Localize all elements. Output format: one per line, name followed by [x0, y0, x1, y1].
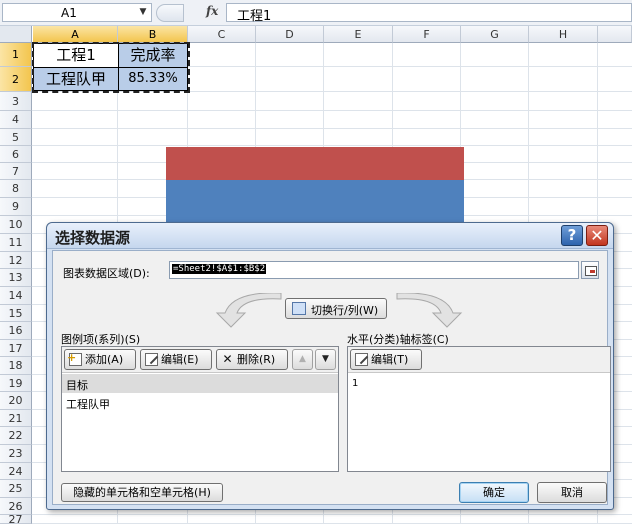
series-item[interactable]: 目标 [62, 374, 338, 393]
gridline-horizontal [32, 91, 632, 92]
cell-a1[interactable]: 工程1 [33, 43, 119, 68]
row-header-22[interactable]: 22 [0, 427, 32, 445]
hidden-empty-cells-button[interactable]: 隐藏的单元格和空单元格(H) [61, 483, 223, 502]
column-header-b[interactable]: B [118, 26, 188, 43]
column-header-g[interactable]: G [461, 26, 529, 43]
cell-b2[interactable]: 85.33% [118, 67, 188, 91]
row-header-6[interactable]: 6 [0, 146, 32, 163]
column-header-filler [598, 26, 632, 43]
edit-icon [355, 353, 368, 366]
close-button[interactable]: ✕ [586, 225, 608, 246]
insert-function-icon[interactable]: fx [206, 4, 218, 18]
delete-label: 删除(R) [237, 353, 276, 366]
gridline-horizontal [32, 110, 632, 111]
cell-a2[interactable]: 工程队甲 [33, 67, 119, 91]
row-header-12[interactable]: 12 [0, 252, 32, 269]
row-header-27[interactable]: 27 [0, 514, 32, 524]
row-header-21[interactable]: 21 [0, 410, 32, 427]
formula-bar: A1 ▼ fx 工程1 [0, 0, 632, 26]
legend-entries-panel: 添加(A) 编辑(E) ✕ 删除(R) ▲ ▼ 目标工程队甲 [61, 346, 339, 472]
cell-b1[interactable]: 完成率 [118, 43, 188, 68]
select-data-source-dialog: 选择数据源 ? ✕ 图表数据区域(D): =Sheet2!$A$1:$B$2 切… [46, 222, 614, 510]
legend-entries-label: 图例项(系列)(S) [61, 333, 141, 346]
formula-input[interactable]: 工程1 [226, 3, 632, 24]
row-header-24[interactable]: 24 [0, 463, 32, 480]
chart-range-value: =Sheet2!$A$1:$B$2 [172, 264, 267, 274]
column-header-e[interactable]: E [324, 26, 393, 43]
curved-arrow-left-icon [215, 293, 282, 328]
row-header-11[interactable]: 11 [0, 234, 32, 252]
select-all-corner[interactable] [0, 26, 32, 43]
switch-icon [292, 302, 306, 315]
axis-toolbar: 编辑(T) [348, 347, 610, 373]
chart-bar-top[interactable] [166, 147, 464, 180]
formula-bar-divider[interactable] [156, 4, 184, 22]
delete-series-button[interactable]: ✕ 删除(R) [216, 349, 288, 370]
column-header-d[interactable]: D [256, 26, 324, 43]
move-up-button[interactable]: ▲ [292, 349, 313, 370]
help-button[interactable]: ? [561, 225, 583, 246]
switch-row-column-label: 切换行/列(W) [311, 304, 379, 317]
edit-series-button[interactable]: 编辑(E) [140, 349, 212, 370]
row-header-10[interactable]: 10 [0, 216, 32, 234]
dialog-title: 选择数据源 [55, 229, 131, 247]
axis-labels-label: 水平(分类)轴标签(C) [347, 333, 449, 346]
column-header-a[interactable]: A [33, 26, 118, 43]
row-header-7[interactable]: 7 [0, 163, 32, 180]
row-header-2[interactable]: 2 [0, 67, 32, 92]
row-header-17[interactable]: 17 [0, 340, 32, 357]
name-box[interactable]: A1 [2, 3, 152, 22]
range-picker-icon[interactable] [581, 261, 599, 279]
column-header-f[interactable]: F [393, 26, 461, 43]
add-label: 添加(A) [85, 353, 124, 366]
column-header-h[interactable]: H [529, 26, 598, 43]
axis-edit-label: 编辑(T) [371, 353, 409, 366]
row-header-20[interactable]: 20 [0, 392, 32, 410]
row-header-16[interactable]: 16 [0, 322, 32, 340]
dialog-titlebar[interactable]: 选择数据源 ? ✕ [47, 223, 613, 249]
add-series-button[interactable]: 添加(A) [64, 348, 136, 370]
row-header-5[interactable]: 5 [0, 129, 32, 146]
row-header-19[interactable]: 19 [0, 375, 32, 392]
chart-range-label: 图表数据区域(D): [63, 267, 150, 280]
edit-label: 编辑(E) [161, 353, 199, 366]
axis-label-item[interactable]: 1 [348, 374, 610, 393]
delete-icon: ✕ [222, 352, 233, 366]
switch-row-column-button[interactable]: 切换行/列(W) [285, 298, 387, 319]
row-header-14[interactable]: 14 [0, 287, 32, 305]
chevron-down-icon[interactable]: ▼ [138, 5, 148, 19]
row-header-15[interactable]: 15 [0, 305, 32, 322]
gridline-horizontal [32, 128, 632, 129]
legend-toolbar: 添加(A) 编辑(E) ✕ 删除(R) ▲ ▼ [62, 347, 338, 373]
row-header-1[interactable]: 1 [0, 43, 32, 67]
gridline-horizontal [32, 514, 632, 515]
series-item[interactable]: 工程队甲 [62, 393, 338, 412]
add-icon [67, 348, 82, 367]
dialog-body: 图表数据区域(D): =Sheet2!$A$1:$B$2 切换行/列(W) 图例… [52, 250, 611, 505]
curved-arrow-right-icon [396, 293, 463, 328]
row-header-4[interactable]: 4 [0, 111, 32, 129]
row-header-3[interactable]: 3 [0, 92, 32, 111]
edit-icon [145, 353, 158, 366]
row-header-23[interactable]: 23 [0, 445, 32, 463]
row-header-18[interactable]: 18 [0, 357, 32, 375]
row-header-25[interactable]: 25 [0, 480, 32, 498]
move-down-button[interactable]: ▼ [315, 349, 336, 370]
row-header-8[interactable]: 8 [0, 180, 32, 198]
column-header-c[interactable]: C [188, 26, 256, 43]
chart-range-input[interactable]: =Sheet2!$A$1:$B$2 [169, 261, 579, 279]
axis-labels-panel: 编辑(T) 1 [347, 346, 611, 472]
cancel-button[interactable]: 取消 [537, 482, 607, 503]
gridline-horizontal [32, 145, 632, 146]
ok-button[interactable]: 确定 [459, 482, 529, 503]
row-header-9[interactable]: 9 [0, 198, 32, 216]
edit-axis-labels-button[interactable]: 编辑(T) [350, 349, 422, 370]
row-header-13[interactable]: 13 [0, 269, 32, 287]
